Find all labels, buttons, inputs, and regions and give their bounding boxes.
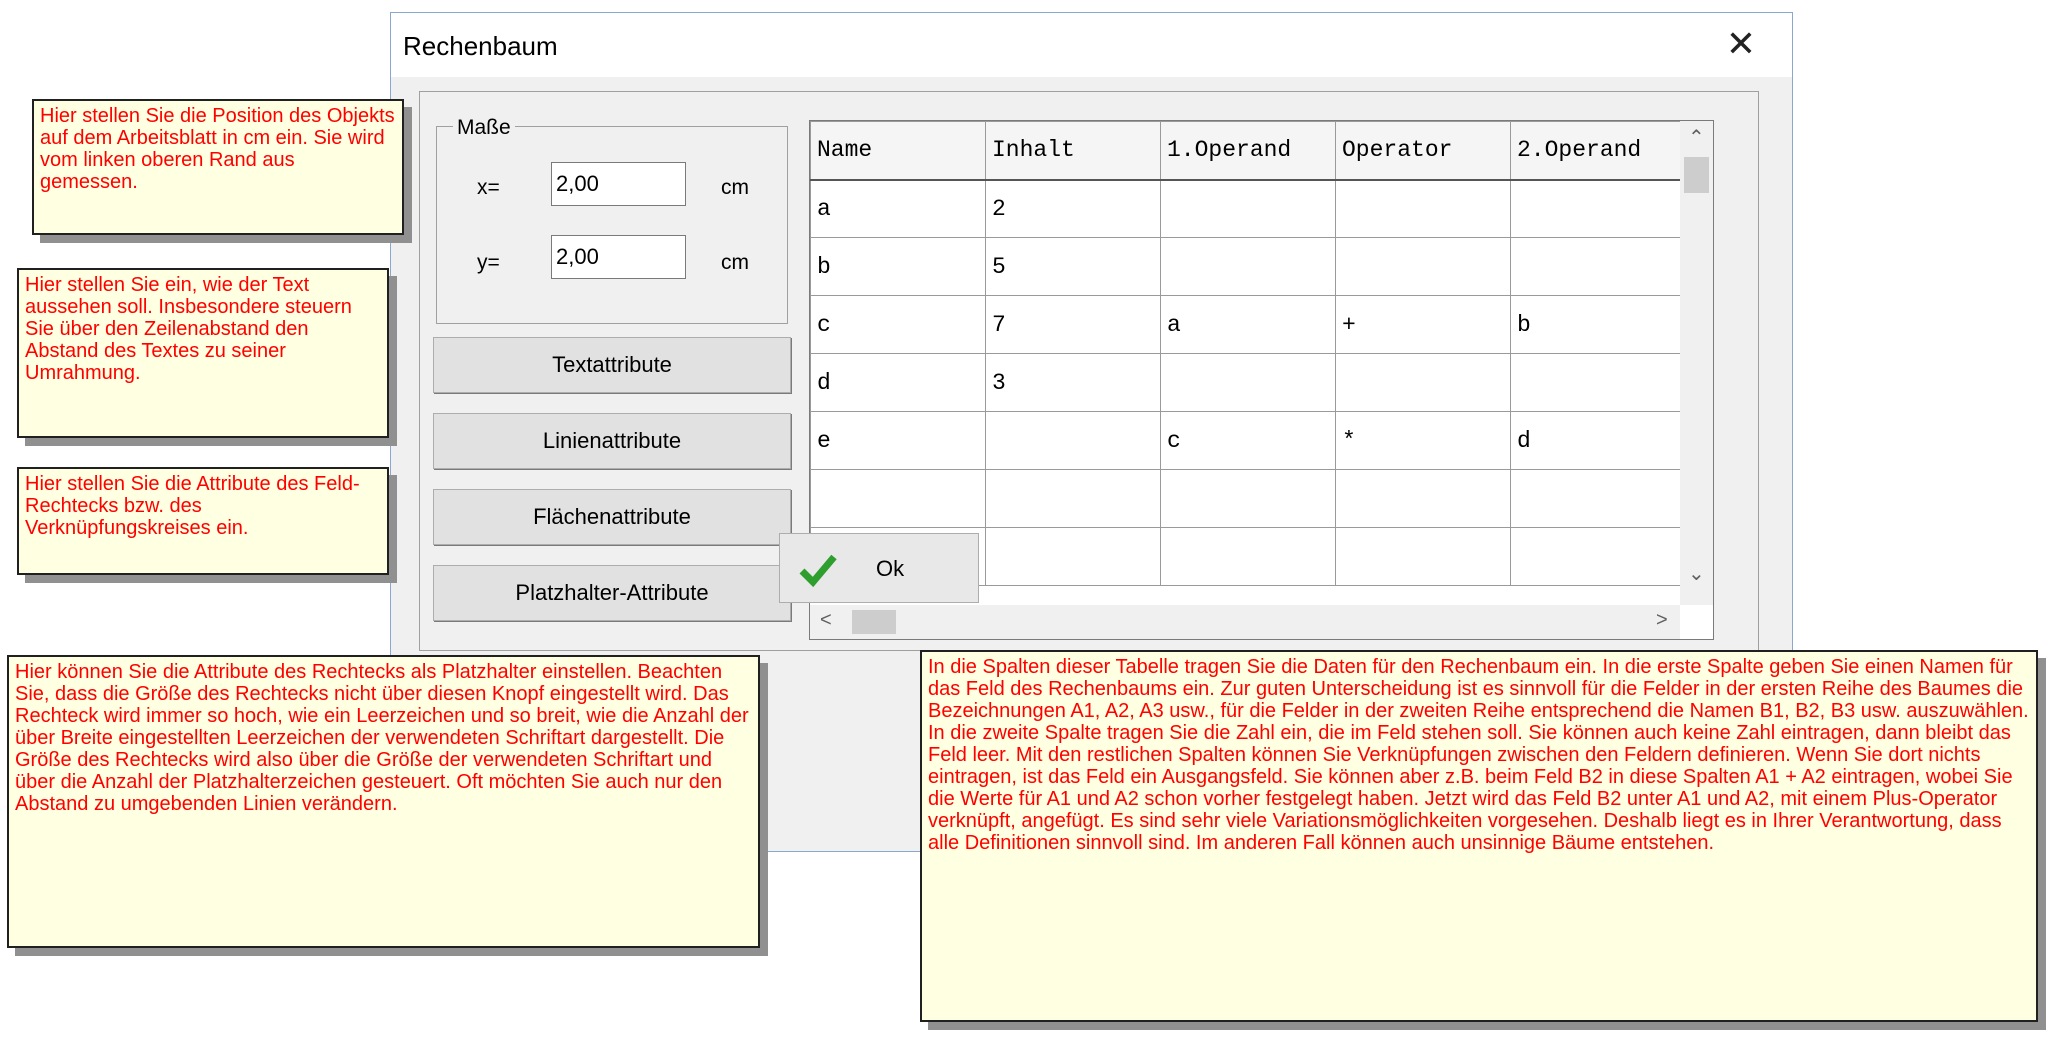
- column-header[interactable]: Inhalt: [985, 121, 1161, 181]
- table-cell[interactable]: 2: [985, 179, 1161, 238]
- table-row: e c * d: [810, 411, 1686, 470]
- window-title: Rechenbaum: [403, 31, 558, 61]
- ok-label: Ok: [876, 556, 905, 581]
- table-row: d 3: [810, 353, 1686, 412]
- table-cell[interactable]: [985, 411, 1161, 470]
- table-cell[interactable]: *: [1335, 411, 1511, 470]
- table-cell[interactable]: c: [810, 295, 986, 354]
- title-bar: Rechenbaum ✕: [391, 13, 1792, 77]
- table-cell[interactable]: [1510, 527, 1686, 586]
- table-cell[interactable]: [1335, 237, 1511, 296]
- masse-group-label: Maße: [453, 116, 515, 140]
- column-header[interactable]: 2.Operand: [1510, 121, 1686, 181]
- chevron-up-icon[interactable]: ⌃: [1688, 125, 1705, 150]
- ok-button[interactable]: Ok: [779, 533, 979, 603]
- note-textattribute: Hier stellen Sie ein, wie der Text ausse…: [17, 268, 389, 438]
- table-cell[interactable]: [1510, 353, 1686, 412]
- column-header[interactable]: 1.Operand: [1160, 121, 1336, 181]
- table-cell[interactable]: [1510, 179, 1686, 238]
- platzhalter-attribute-button[interactable]: Platzhalter-Attribute: [433, 565, 791, 621]
- table-cell[interactable]: a: [1160, 295, 1336, 354]
- table-cell[interactable]: [1510, 469, 1686, 528]
- x-label: x=: [477, 176, 500, 199]
- table-cell[interactable]: [1335, 353, 1511, 412]
- table-cell[interactable]: [1160, 179, 1336, 238]
- table-cell[interactable]: [1160, 237, 1336, 296]
- table-cell[interactable]: [1510, 237, 1686, 296]
- y-position-input[interactable]: [551, 235, 686, 279]
- vertical-scroll-thumb[interactable]: [1684, 157, 1709, 193]
- table-cell[interactable]: 7: [985, 295, 1161, 354]
- chevron-right-icon[interactable]: >: [1656, 609, 1668, 632]
- table-cell[interactable]: 3: [985, 353, 1161, 412]
- table-cell[interactable]: [1160, 353, 1336, 412]
- column-header[interactable]: Operator: [1335, 121, 1511, 181]
- note-table: In die Spalten dieser Tabelle tragen Sie…: [920, 650, 2038, 1022]
- vertical-scrollbar[interactable]: ⌃ ⌄: [1680, 121, 1713, 605]
- table-cell[interactable]: e: [810, 411, 986, 470]
- table-row: c 7 a + b: [810, 295, 1686, 354]
- note-flaechenattribute: Hier stellen Sie die Attribute des Feld-…: [17, 467, 389, 575]
- table-row: [810, 469, 1686, 528]
- table-cell[interactable]: [1160, 527, 1336, 586]
- table-cell[interactable]: +: [1335, 295, 1511, 354]
- data-grid: Name Inhalt 1.Operand Operator 2.Operand…: [810, 121, 1686, 586]
- close-icon[interactable]: ✕: [1726, 23, 1756, 65]
- table-cell[interactable]: [985, 469, 1161, 528]
- table-cell[interactable]: a: [810, 179, 986, 238]
- table-row: b 5: [810, 237, 1686, 296]
- table-cell[interactable]: [1335, 527, 1511, 586]
- table-header-row: Name Inhalt 1.Operand Operator 2.Operand: [810, 121, 1686, 181]
- table-cell[interactable]: b: [1510, 295, 1686, 354]
- table-cell[interactable]: [810, 469, 986, 528]
- table-cell[interactable]: c: [1160, 411, 1336, 470]
- checkmark-icon: [799, 554, 837, 588]
- table-cell[interactable]: d: [810, 353, 986, 412]
- table-cell[interactable]: [985, 527, 1161, 586]
- column-header[interactable]: Name: [810, 121, 986, 181]
- linienattribute-button[interactable]: Linienattribute: [433, 413, 791, 469]
- table-cell-editing[interactable]: d: [1510, 411, 1686, 470]
- y-unit-label: cm: [721, 251, 749, 274]
- table-cell[interactable]: [1335, 179, 1511, 238]
- horizontal-scroll-thumb[interactable]: [852, 610, 896, 634]
- table-cell[interactable]: 5: [985, 237, 1161, 296]
- flaechenattribute-button[interactable]: Flächenattribute: [433, 489, 791, 545]
- chevron-down-icon[interactable]: ⌄: [1688, 561, 1705, 586]
- x-position-input[interactable]: [551, 162, 686, 206]
- chevron-left-icon[interactable]: <: [820, 609, 832, 632]
- y-label: y=: [477, 251, 500, 274]
- x-unit-label: cm: [721, 176, 749, 199]
- textattribute-button[interactable]: Textattribute: [433, 337, 791, 393]
- table-cell[interactable]: [1335, 469, 1511, 528]
- masse-groupbox: [436, 126, 788, 324]
- table-cell[interactable]: b: [810, 237, 986, 296]
- horizontal-scrollbar[interactable]: < >: [810, 605, 1680, 639]
- table-cell[interactable]: [1160, 469, 1336, 528]
- table-row: a 2: [810, 179, 1686, 238]
- note-position: Hier stellen Sie die Position des Objekt…: [32, 99, 404, 235]
- note-platzhalter: Hier können Sie die Attribute des Rechte…: [7, 655, 760, 948]
